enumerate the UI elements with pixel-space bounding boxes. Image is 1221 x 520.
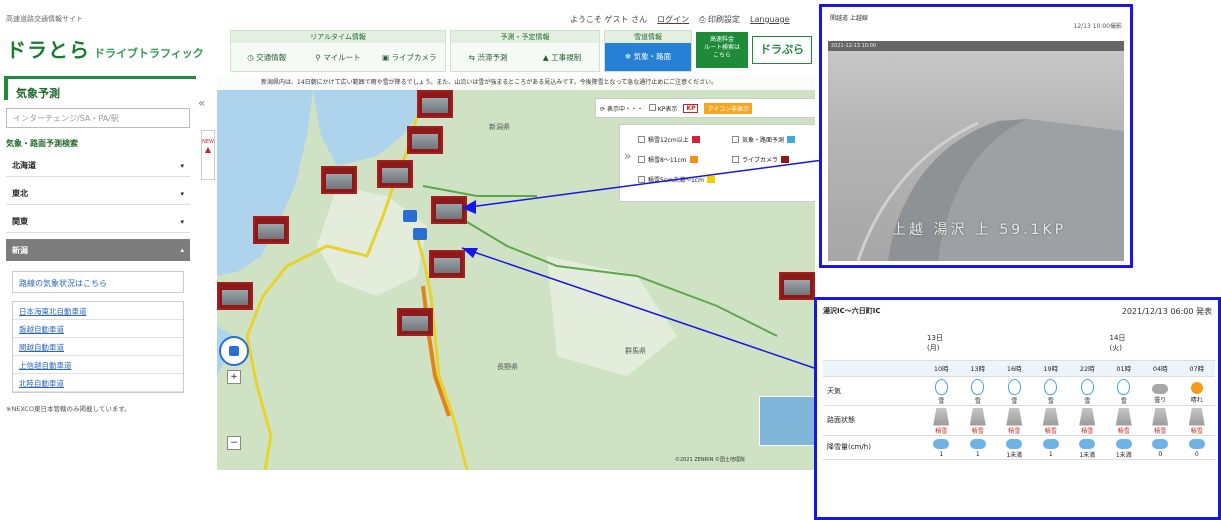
snowman-icon xyxy=(1007,378,1021,395)
forecast-panel: 湯沢IC〜六日町IC 2021/12/13 06:00 発表 13日 (月) 14… xyxy=(814,297,1221,520)
road-icon xyxy=(969,407,986,426)
camera-timestamp: 12/13 10:00撮影 xyxy=(1073,23,1123,30)
snowfall-icon xyxy=(1079,438,1096,449)
live-camera-panel: 関越道 上越線 12/13 10:00撮影 2021-12-13 10:00 上… xyxy=(819,4,1133,268)
forecast-table: 13日 (月) 14日 (火) 10時 13時 16時 19時 22時 01時 04… xyxy=(823,326,1215,460)
row-label: 路面状態 xyxy=(823,405,923,436)
snowfall-icon xyxy=(1152,439,1169,449)
camera-caption: 上越 湯沢 上 59.1KP xyxy=(892,222,1067,238)
camera-title: 関越道 上越線 xyxy=(830,15,868,22)
snowfall-icon xyxy=(969,439,986,449)
snowman-icon xyxy=(1044,378,1058,395)
hour-cell: 10時 xyxy=(923,360,960,377)
snowman-icon xyxy=(971,378,985,395)
page: 高速道路交通情報サイト ドラとら ドライブトラフィック ようこそ ゲスト さん ロ… xyxy=(0,0,1221,520)
snowfall-icon xyxy=(1042,439,1059,449)
hour-cell: 13時 xyxy=(959,360,996,377)
road-icon xyxy=(1188,407,1205,426)
sun-icon xyxy=(1190,381,1203,394)
snowman-icon xyxy=(934,378,948,395)
road-icon xyxy=(933,407,950,426)
road-icon xyxy=(1152,407,1169,426)
row-label: 天気 xyxy=(823,376,923,406)
forecast-section-title: 湯沢IC〜六日町IC xyxy=(823,307,881,315)
snowfall-icon xyxy=(1188,439,1205,449)
cloud-icon xyxy=(1152,383,1169,394)
camera-image: 2021-12-13 10:00 上越 湯沢 上 59.1KP xyxy=(828,41,1124,261)
row-label: 降雪量(cm/h) xyxy=(823,435,923,460)
hour-cell: 04時 xyxy=(1142,360,1179,377)
hour-cell: 16時 xyxy=(996,360,1033,377)
hour-cell: 01時 xyxy=(1105,360,1142,377)
snowman-icon xyxy=(1117,378,1131,395)
snowfall-icon xyxy=(1115,438,1132,449)
road-icon xyxy=(1042,407,1059,426)
camera-overlay-bar: 2021-12-13 10:00 xyxy=(828,41,1124,51)
forecast-published: 2021/12/13 06:00 発表 xyxy=(1121,307,1212,316)
forecast-day: 13日 (月) xyxy=(923,326,1106,361)
road-icon xyxy=(1006,407,1023,426)
snowfall-icon xyxy=(1006,438,1023,449)
hour-cell: 19時 xyxy=(1032,360,1069,377)
hour-cell: 22時 xyxy=(1069,360,1106,377)
hour-cell: 07時 xyxy=(1178,360,1215,377)
snowman-icon xyxy=(1080,378,1094,395)
forecast-day: 14日 (火) xyxy=(1105,326,1215,361)
road-icon xyxy=(1079,407,1096,426)
snowfall-icon xyxy=(933,439,950,449)
road-icon xyxy=(1115,407,1132,426)
